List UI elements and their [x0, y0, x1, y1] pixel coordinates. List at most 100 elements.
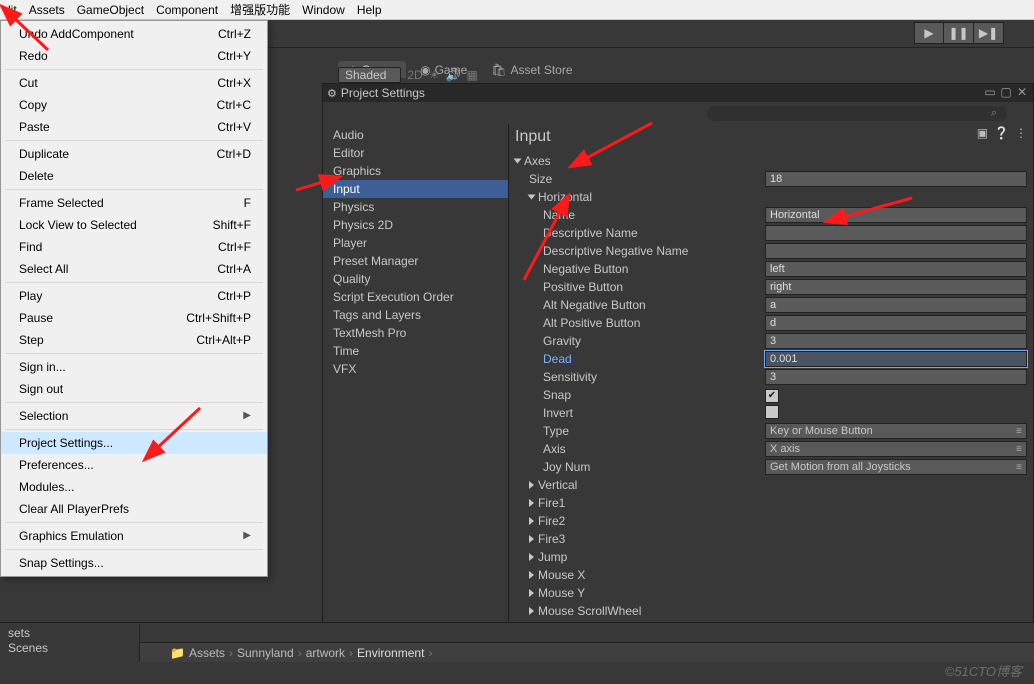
menu-gameobject[interactable]: GameObject: [77, 3, 144, 17]
window-max-icon[interactable]: ▢: [999, 85, 1013, 99]
property-row[interactable]: Invert: [515, 404, 1027, 422]
settings-category[interactable]: Preset Manager: [323, 252, 508, 270]
shading-mode-dropdown[interactable]: Shaded: [338, 67, 401, 83]
menu-item[interactable]: FindCtrl+F: [1, 236, 267, 258]
menu-item[interactable]: Sign out: [1, 378, 267, 400]
property-row[interactable]: Axes: [515, 152, 1027, 170]
settings-category[interactable]: TextMesh Pro: [323, 324, 508, 342]
property-input[interactable]: [765, 261, 1027, 277]
settings-category[interactable]: Editor: [323, 144, 508, 162]
menu-item[interactable]: Frame SelectedF: [1, 192, 267, 214]
settings-category[interactable]: Script Execution Order: [323, 288, 508, 306]
window-close-icon[interactable]: ✕: [1015, 85, 1029, 99]
menu-item[interactable]: PasteCtrl+V: [1, 116, 267, 138]
window-min-icon[interactable]: ▭: [983, 85, 997, 99]
menu-item[interactable]: DuplicateCtrl+D: [1, 143, 267, 165]
property-row[interactable]: Horizontal: [515, 188, 1027, 206]
property-input[interactable]: [765, 243, 1027, 259]
menu-item[interactable]: Preferences...: [1, 454, 267, 476]
property-row[interactable]: Jump: [515, 548, 1027, 566]
settings-category[interactable]: Quality: [323, 270, 508, 288]
property-row[interactable]: Fire1: [515, 494, 1027, 512]
property-row[interactable]: Alt Positive Button: [515, 314, 1027, 332]
settings-category[interactable]: Physics: [323, 198, 508, 216]
settings-category[interactable]: Audio: [323, 126, 508, 144]
property-input[interactable]: [765, 315, 1027, 331]
menu-item[interactable]: Lock View to SelectedShift+F: [1, 214, 267, 236]
property-row[interactable]: Mouse Y: [515, 584, 1027, 602]
property-input[interactable]: [765, 225, 1027, 241]
panel-icon-help[interactable]: ❔: [994, 126, 1009, 140]
fx-icon[interactable]: ▦: [466, 68, 477, 82]
settings-category[interactable]: Tags and Layers: [323, 306, 508, 324]
panel-icon-open[interactable]: ▣: [977, 126, 988, 140]
property-row[interactable]: Descriptive Negative Name: [515, 242, 1027, 260]
property-checkbox[interactable]: [765, 405, 779, 419]
menu-component[interactable]: Component: [156, 3, 218, 17]
menu-item[interactable]: PauseCtrl+Shift+P: [1, 307, 267, 329]
property-row[interactable]: AxisX axis: [515, 440, 1027, 458]
property-row[interactable]: Mouse ScrollWheel: [515, 602, 1027, 620]
property-input[interactable]: [765, 207, 1027, 223]
settings-category[interactable]: Graphics: [323, 162, 508, 180]
menu-item[interactable]: Snap Settings...: [1, 552, 267, 574]
menu-item[interactable]: Select AllCtrl+A: [1, 258, 267, 280]
menu-bar[interactable]: dit Assets GameObject Component 增强版功能 Wi…: [0, 0, 1034, 20]
menu-item[interactable]: Delete: [1, 165, 267, 187]
menu-help[interactable]: Help: [357, 3, 382, 17]
property-input[interactable]: [765, 171, 1027, 187]
menu-edit[interactable]: dit: [4, 3, 17, 17]
property-input[interactable]: [765, 351, 1027, 367]
property-row[interactable]: Size: [515, 170, 1027, 188]
settings-category[interactable]: Time: [323, 342, 508, 360]
property-input[interactable]: [765, 333, 1027, 349]
panel-icon-menu[interactable]: ⋮: [1015, 126, 1027, 140]
menu-item[interactable]: Project Settings...: [1, 432, 267, 454]
menu-item[interactable]: Undo AddComponentCtrl+Z: [1, 23, 267, 45]
menu-item[interactable]: Selection▶: [1, 405, 267, 427]
property-input[interactable]: [765, 369, 1027, 385]
menu-item[interactable]: RedoCtrl+Y: [1, 45, 267, 67]
property-row[interactable]: Fire3: [515, 530, 1027, 548]
property-row[interactable]: Sensitivity: [515, 368, 1027, 386]
property-row[interactable]: Negative Button: [515, 260, 1027, 278]
property-row[interactable]: Descriptive Name: [515, 224, 1027, 242]
property-row[interactable]: Snap✔: [515, 386, 1027, 404]
property-row[interactable]: Alt Negative Button: [515, 296, 1027, 314]
menu-item[interactable]: Sign in...: [1, 356, 267, 378]
menu-assets[interactable]: Assets: [29, 3, 65, 17]
settings-category[interactable]: Physics 2D: [323, 216, 508, 234]
property-dropdown[interactable]: X axis: [765, 441, 1027, 457]
audio-icon[interactable]: 🔊: [445, 68, 460, 82]
breadcrumb[interactable]: 📁 Assets› Sunnyland› artwork› Environmen…: [140, 642, 1034, 662]
play-button[interactable]: ▶: [914, 22, 944, 44]
menu-item[interactable]: CopyCtrl+C: [1, 94, 267, 116]
pause-button[interactable]: ❚❚: [944, 22, 974, 44]
menu-item[interactable]: StepCtrl+Alt+P: [1, 329, 267, 351]
settings-category[interactable]: VFX: [323, 360, 508, 378]
search-input[interactable]: [707, 106, 1007, 121]
property-row[interactable]: Mouse X: [515, 566, 1027, 584]
property-input[interactable]: [765, 279, 1027, 295]
property-checkbox[interactable]: ✔: [765, 389, 779, 403]
property-dropdown[interactable]: Key or Mouse Button: [765, 423, 1027, 439]
property-row[interactable]: Joy NumGet Motion from all Joysticks: [515, 458, 1027, 476]
menu-item[interactable]: Graphics Emulation▶: [1, 525, 267, 547]
property-row[interactable]: Fire2: [515, 512, 1027, 530]
property-row[interactable]: Positive Button: [515, 278, 1027, 296]
settings-category[interactable]: Input: [323, 180, 508, 198]
menu-item[interactable]: PlayCtrl+P: [1, 285, 267, 307]
settings-category[interactable]: Player: [323, 234, 508, 252]
step-button[interactable]: ▶❚: [974, 22, 1004, 44]
menu-window[interactable]: Window: [302, 3, 345, 17]
tab-asset-store[interactable]: 🛍 Asset Store: [481, 61, 582, 78]
view-mode-2d[interactable]: 2D: [407, 68, 422, 82]
light-icon[interactable]: ☀: [429, 68, 440, 82]
project-settings-titlebar[interactable]: ⚙ Project Settings ▭ ▢ ✕: [323, 84, 1033, 102]
property-row[interactable]: TypeKey or Mouse Button: [515, 422, 1027, 440]
property-dropdown[interactable]: Get Motion from all Joysticks: [765, 459, 1027, 475]
menu-item[interactable]: CutCtrl+X: [1, 72, 267, 94]
menu-item[interactable]: Modules...: [1, 476, 267, 498]
menu-enhanced[interactable]: 增强版功能: [230, 1, 290, 18]
property-row[interactable]: Name: [515, 206, 1027, 224]
